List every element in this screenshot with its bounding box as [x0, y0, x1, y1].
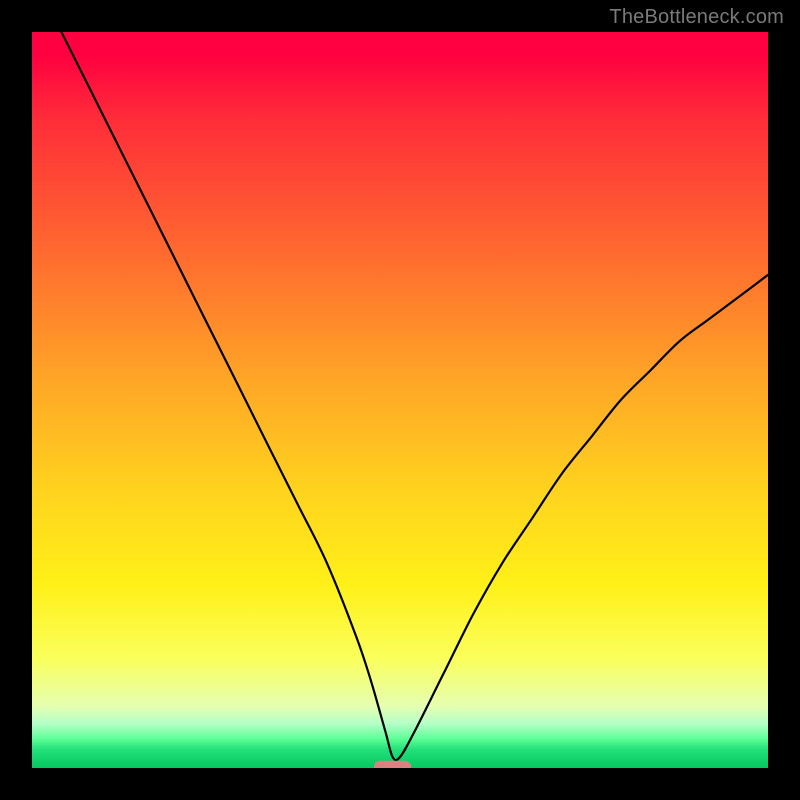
chart-stage: TheBottleneck.com [0, 0, 800, 800]
plot-area [32, 32, 768, 768]
bottleneck-curve-svg [32, 32, 768, 768]
bottleneck-curve [61, 32, 768, 760]
optimum-marker [374, 760, 411, 768]
watermark-text: TheBottleneck.com [609, 6, 784, 29]
